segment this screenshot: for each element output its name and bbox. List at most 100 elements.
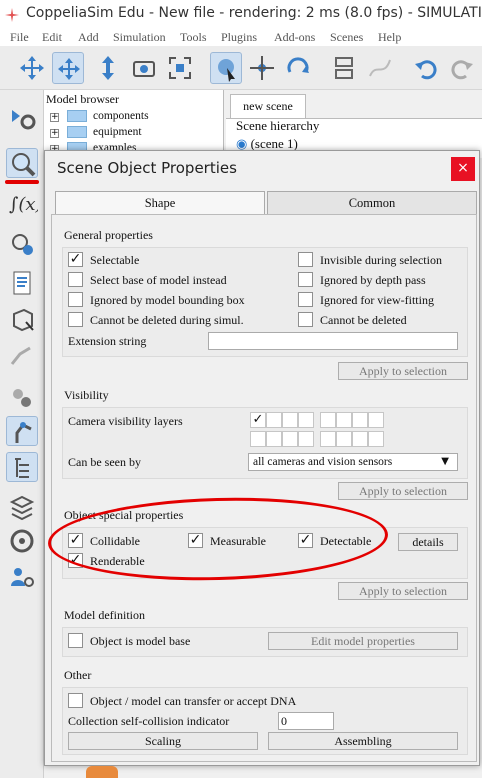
visibility-layer-8[interactable] — [368, 412, 384, 428]
camera-shift-button[interactable] — [92, 52, 124, 84]
coppeliasim-logo-icon — [5, 8, 19, 22]
collections-button[interactable] — [6, 230, 38, 260]
main-toolbar — [0, 46, 482, 90]
visibility-layer-15[interactable] — [352, 431, 368, 447]
invisible-during-selection-label: Invisible during selection — [320, 253, 442, 267]
special-apply-to-selection-button[interactable]: Apply to selection — [338, 582, 468, 600]
object-special-properties-title: Object special properties — [64, 508, 184, 522]
close-button[interactable]: × — [451, 157, 475, 181]
layers-button[interactable] — [6, 492, 38, 522]
visibility-layer-3[interactable] — [282, 412, 298, 428]
collidable-checkbox[interactable]: ✓ — [68, 533, 83, 548]
function-icon: ∫(x) — [9, 194, 43, 215]
visibility-layer-5[interactable] — [320, 412, 336, 428]
visibility-layer-7[interactable] — [352, 412, 368, 428]
other-title: Other — [64, 668, 92, 682]
visibility-layer-4[interactable] — [298, 412, 314, 428]
hierarchy-icon — [15, 458, 29, 478]
cannot-be-deleted-checkbox[interactable] — [298, 312, 313, 327]
collision-indicator-input[interactable]: 0 — [278, 712, 334, 730]
visibility-layer-9[interactable] — [250, 431, 266, 447]
camera-visibility-layers-label: Camera visibility layers — [68, 414, 183, 428]
object-properties-button[interactable] — [6, 148, 38, 178]
assemble-button[interactable] — [328, 52, 360, 84]
scaling-button[interactable]: Scaling — [68, 732, 258, 750]
visibility-layer-13[interactable] — [320, 431, 336, 447]
menu-simulation[interactable]: Simulation — [113, 30, 166, 45]
extension-string-input[interactable] — [208, 332, 458, 350]
camera-rotate-button[interactable] — [52, 52, 84, 84]
selectable-checkbox[interactable]: ✓ — [68, 252, 83, 267]
detectable-checkbox[interactable]: ✓ — [298, 533, 313, 548]
renderable-checkbox[interactable]: ✓ — [68, 553, 83, 568]
menu-bar: File Edit Add Simulation Tools Plugins A… — [0, 30, 482, 46]
visibility-layer-6[interactable] — [336, 412, 352, 428]
general-apply-to-selection-button[interactable]: Apply to selection — [338, 362, 468, 380]
visibility-layer-11[interactable] — [282, 431, 298, 447]
visibility-layer-1[interactable]: ✓ — [250, 412, 266, 428]
visibility-layer-10[interactable] — [266, 431, 282, 447]
edit-model-properties-button[interactable]: Edit model properties — [268, 632, 458, 650]
visibility-layer-14[interactable] — [336, 431, 352, 447]
robot-arm-icon — [15, 422, 32, 443]
globe-icon: ◉ — [236, 136, 248, 151]
object-is-model-base-checkbox[interactable] — [68, 633, 83, 648]
menu-scenes[interactable]: Scenes — [330, 30, 363, 45]
details-button[interactable]: details — [398, 533, 458, 551]
menu-tools[interactable]: Tools — [180, 30, 207, 45]
tree-item-examples[interactable]: + examples — [50, 142, 136, 150]
renderable-label: Renderable — [90, 554, 145, 568]
object-shift-button[interactable] — [246, 52, 278, 84]
redo-button[interactable] — [446, 52, 478, 84]
measurable-checkbox[interactable]: ✓ — [188, 533, 203, 548]
red-underline-annotation — [5, 180, 39, 184]
object-rotate-icon — [287, 57, 309, 73]
tab-shape[interactable]: Shape — [55, 191, 265, 215]
invisible-during-selection-checkbox[interactable] — [298, 252, 313, 267]
camera-pan-button[interactable] — [16, 52, 48, 84]
visibility-apply-to-selection-button[interactable]: Apply to selection — [338, 482, 468, 500]
object-select-button[interactable] — [210, 52, 242, 84]
cannot-delete-during-sim-label: Cannot be deleted during simul. — [90, 313, 244, 327]
dna-transfer-checkbox[interactable] — [68, 693, 83, 708]
model-browser-button[interactable] — [6, 416, 38, 446]
scene-hierarchy-button[interactable] — [6, 452, 38, 482]
ignored-by-depth-pass-checkbox[interactable] — [298, 272, 313, 287]
menu-file[interactable]: File — [10, 30, 29, 45]
path-edit-button[interactable] — [364, 52, 396, 84]
object-is-model-base-label: Object is model base — [90, 634, 191, 648]
ignored-by-bounding-box-checkbox[interactable] — [68, 292, 83, 307]
ignored-for-view-fitting-checkbox[interactable] — [298, 292, 313, 307]
menu-plugins[interactable]: Plugins — [221, 30, 257, 45]
menu-edit[interactable]: Edit — [42, 30, 62, 45]
tab-new-scene[interactable]: new scene — [230, 94, 306, 118]
menu-add[interactable]: Add — [78, 30, 99, 45]
video-recorder-button[interactable] — [6, 526, 38, 556]
path-edit-mode-button[interactable] — [6, 340, 38, 370]
camera-angle-button[interactable] — [128, 52, 160, 84]
calculation-modules-button[interactable]: ∫(x) — [6, 188, 43, 218]
can-be-seen-by-dropdown[interactable]: all cameras and vision sensors ▼ — [248, 453, 458, 471]
menu-add-ons[interactable]: Add-ons — [274, 30, 315, 45]
selection-button[interactable] — [6, 382, 38, 412]
select-base-of-model-checkbox[interactable] — [68, 272, 83, 287]
visibility-layer-2[interactable] — [266, 412, 282, 428]
user-settings-button[interactable] — [6, 562, 38, 592]
visibility-layer-12[interactable] — [298, 431, 314, 447]
tab-common[interactable]: Common — [267, 191, 477, 215]
object-rotate-button[interactable] — [282, 52, 314, 84]
shape-edit-button[interactable] — [6, 304, 38, 334]
scripts-button[interactable] — [6, 268, 38, 298]
tree-item-equipment[interactable]: + equipment — [50, 126, 142, 139]
visibility-layer-16[interactable] — [368, 431, 384, 447]
fit-to-view-button[interactable] — [164, 52, 196, 84]
undo-button[interactable] — [410, 52, 442, 84]
cannot-delete-during-sim-checkbox[interactable] — [68, 312, 83, 327]
assembling-button[interactable]: Assembling — [268, 732, 458, 750]
tree-item-components[interactable]: + components — [50, 110, 149, 123]
detectable-label: Detectable — [320, 534, 372, 548]
path-edit-icon — [369, 59, 391, 77]
menu-help[interactable]: Help — [378, 30, 401, 45]
simulation-settings-button[interactable] — [6, 104, 38, 134]
chevron-down-icon: ▼ — [441, 456, 449, 467]
